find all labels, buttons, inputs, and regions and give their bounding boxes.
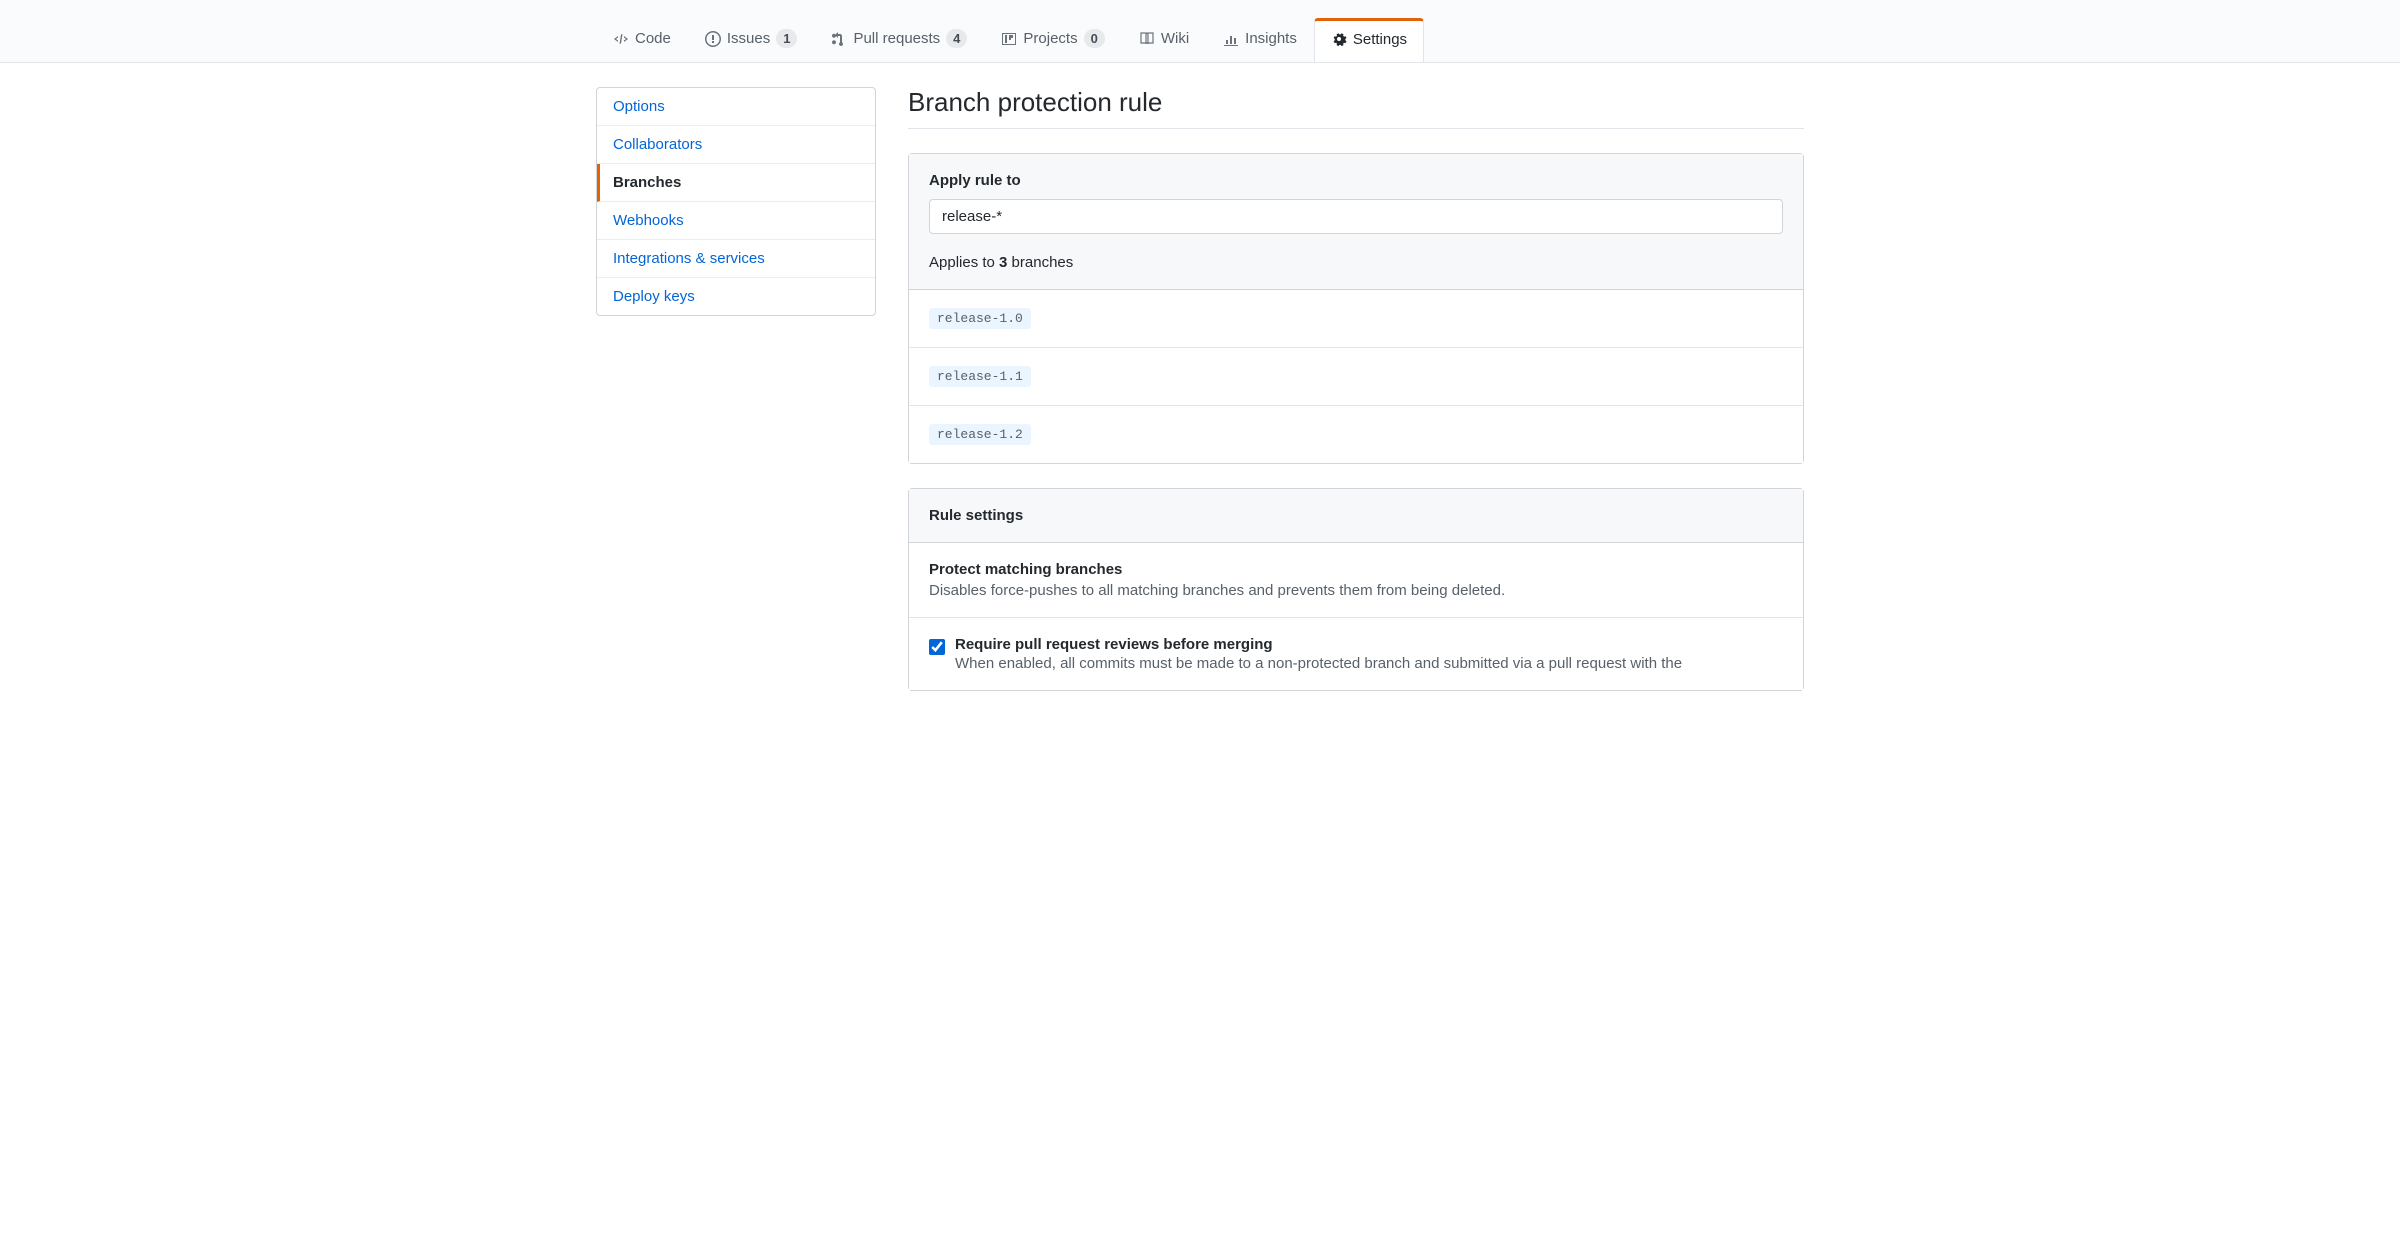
code-icon (613, 31, 629, 47)
sidebar-item-webhooks[interactable]: Webhooks (597, 202, 875, 240)
require-reviews-label: Require pull request reviews before merg… (955, 636, 1682, 653)
tab-label: Projects (1023, 30, 1077, 47)
applies-to-text: Applies to 3 branches (929, 254, 1783, 271)
apply-rule-label: Apply rule to (929, 172, 1783, 189)
tab-counter: 1 (776, 29, 797, 48)
page-title: Branch protection rule (908, 87, 1804, 129)
sidebar-item-collaborators[interactable]: Collaborators (597, 126, 875, 164)
require-reviews-checkbox[interactable] (929, 639, 945, 655)
tab-label: Settings (1353, 31, 1407, 48)
tab-label: Pull requests (853, 30, 940, 47)
branch-tag: release-1.0 (929, 308, 1031, 329)
require-reviews-row: Require pull request reviews before merg… (909, 618, 1803, 690)
sidebar-item-integrations[interactable]: Integrations & services (597, 240, 875, 278)
sidebar-item-options[interactable]: Options (597, 88, 875, 126)
tab-label: Wiki (1161, 30, 1189, 47)
tab-wiki[interactable]: Wiki (1122, 17, 1206, 61)
tab-code[interactable]: Code (596, 17, 688, 61)
branch-row: release-1.2 (909, 406, 1803, 463)
tab-insights[interactable]: Insights (1206, 17, 1314, 61)
graph-icon (1223, 31, 1239, 47)
repo-tabs: Code Issues 1 Pull requests 4 Projects 0… (580, 16, 1820, 62)
branch-row: release-1.1 (909, 348, 1803, 406)
branch-tag: release-1.2 (929, 424, 1031, 445)
tab-counter: 0 (1084, 29, 1105, 48)
apply-rule-input[interactable] (929, 199, 1783, 234)
branch-row: release-1.0 (909, 290, 1803, 348)
gear-icon (1331, 31, 1347, 47)
tab-pull-requests[interactable]: Pull requests 4 (814, 16, 984, 62)
tab-counter: 4 (946, 29, 967, 48)
protect-branches-row: Protect matching branches Disables force… (909, 543, 1803, 618)
tab-projects[interactable]: Projects 0 (984, 16, 1121, 62)
sidebar-item-branches[interactable]: Branches (597, 164, 875, 202)
projects-icon (1001, 31, 1017, 47)
rule-settings-header: Rule settings (929, 507, 1783, 524)
pull-request-icon (831, 31, 847, 47)
book-icon (1139, 31, 1155, 47)
protect-desc: Disables force-pushes to all matching br… (929, 582, 1783, 599)
apply-rule-box: Apply rule to Applies to 3 branches rele… (908, 153, 1804, 464)
sidebar-item-deploy-keys[interactable]: Deploy keys (597, 278, 875, 315)
tab-issues[interactable]: Issues 1 (688, 16, 815, 62)
tab-label: Code (635, 30, 671, 47)
tab-label: Issues (727, 30, 770, 47)
branch-tag: release-1.1 (929, 366, 1031, 387)
tab-label: Insights (1245, 30, 1297, 47)
settings-sidebar: Options Collaborators Branches Webhooks … (596, 87, 876, 715)
tab-settings[interactable]: Settings (1314, 18, 1424, 62)
require-reviews-desc: When enabled, all commits must be made t… (955, 655, 1682, 672)
protect-title: Protect matching branches (929, 561, 1783, 578)
rule-settings-box: Rule settings Protect matching branches … (908, 488, 1804, 691)
issue-icon (705, 31, 721, 47)
